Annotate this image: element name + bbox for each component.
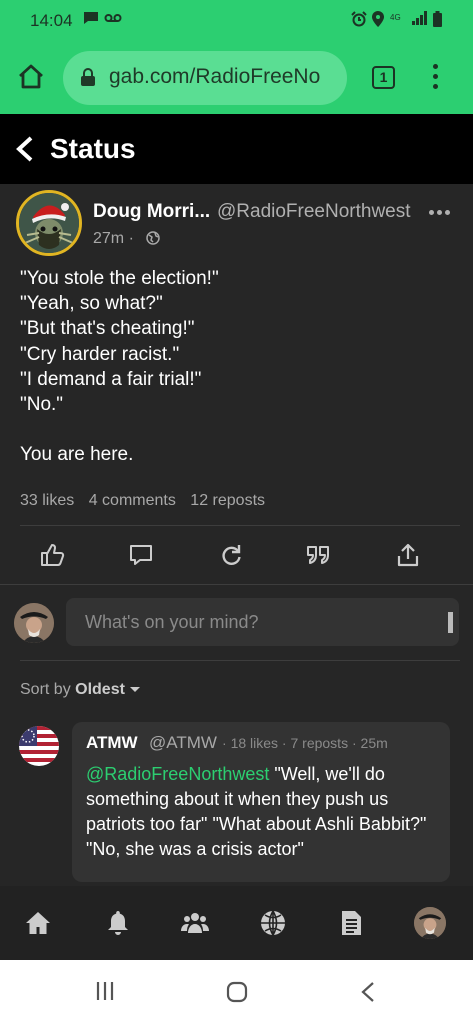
comment-likes[interactable]: 18 likes [231,735,278,751]
page-title: Status [50,133,136,164]
like-icon[interactable] [39,542,65,568]
share-icon[interactable] [395,542,421,568]
my-avatar[interactable] [14,603,54,643]
post-line: "Cry harder racist." [20,343,180,365]
signal-icon: 4G [390,11,428,28]
author-name[interactable]: Doug Morri... [93,201,210,223]
comment-meta: · 18 likes · 7 reposts · 25m [222,735,388,751]
message-icon [83,11,99,28]
post-stats: 33 likes 4 comments 12 reposts [20,492,275,510]
divider [20,660,460,661]
url-text: gab.com/RadioFreeNo [109,65,321,88]
repost-icon[interactable] [218,542,244,568]
svg-text:4G: 4G [390,13,401,22]
comments-count[interactable]: 4 comments [89,492,176,509]
comment-card: ATMW @ATMW · 18 likes · 7 reposts · 25m … [72,722,450,882]
explore-icon[interactable] [259,909,287,937]
author-handle[interactable]: @RadioFreeNorthwest [217,201,411,223]
comment-body: @RadioFreeNorthwest "Well, we'll do some… [86,762,442,862]
bottom-navigation [0,886,473,960]
compose-input[interactable] [66,598,459,646]
address-bar[interactable]: gab.com/RadioFreeNo [63,51,347,105]
status-time: 14:04 [30,11,73,30]
post-line: "I demand a fair trial!" [20,368,202,390]
news-icon[interactable] [337,909,365,937]
divider [0,584,473,585]
page-header: Status [0,114,473,184]
home-icon[interactable] [24,909,52,937]
comment-reposts[interactable]: 7 reposts [290,735,348,751]
sort-dropdown[interactable]: Sort by Oldest [20,681,140,699]
location-icon [372,11,384,30]
profile-avatar[interactable] [414,907,446,939]
battery-icon [433,11,442,30]
post-line: "No." [20,394,64,416]
post-line: "Yeah, so what?" [20,293,163,315]
tab-switcher-button[interactable]: 1 [372,66,395,89]
post-actions [0,536,473,580]
post-timestamp[interactable]: 27m · [93,230,134,248]
browser-menu-icon[interactable] [428,64,442,92]
recent-apps-icon[interactable] [95,981,115,1006]
post-body: "You stole the election!" "Yeah, so what… [20,266,460,468]
post-line [20,417,460,442]
more-options-icon[interactable] [429,210,453,216]
comment-time[interactable]: 25m [361,735,388,751]
voicemail-icon [104,11,122,27]
sort-value: Oldest [75,681,125,698]
system-back-icon[interactable] [360,981,376,1008]
status-bar: 14:04 4G [0,0,473,42]
text-cursor [448,612,453,633]
home-button-icon[interactable] [226,981,248,1008]
notifications-icon[interactable] [104,909,132,937]
public-globe-icon [146,231,160,245]
comment-author-handle[interactable]: @ATMW [149,733,217,753]
comment-avatar[interactable] [19,726,59,766]
groups-icon[interactable] [181,909,209,937]
quote-icon[interactable] [305,542,331,568]
browser-home-icon[interactable] [16,62,46,92]
post-line: "You stole the election!" [20,268,219,289]
post-line: You are here. [20,444,134,466]
post-line: "But that's cheating!" [20,318,195,340]
back-arrow-icon[interactable] [14,136,36,162]
caret-down-icon [129,687,140,693]
likes-count[interactable]: 33 likes [20,492,74,509]
browser-toolbar: gab.com/RadioFreeNo 1 [0,42,473,114]
mention-link[interactable]: @RadioFreeNorthwest [86,764,269,784]
compose-row [0,598,473,646]
system-navigation-bar [0,960,473,1024]
comment-author-name[interactable]: ATMW [86,733,138,753]
divider [20,525,460,526]
lock-icon [81,68,95,86]
alarm-icon [351,11,367,30]
author-avatar[interactable] [16,190,82,256]
sort-label: Sort by [20,681,71,698]
reposts-count[interactable]: 12 reposts [190,492,265,509]
comment-icon[interactable] [128,542,154,568]
